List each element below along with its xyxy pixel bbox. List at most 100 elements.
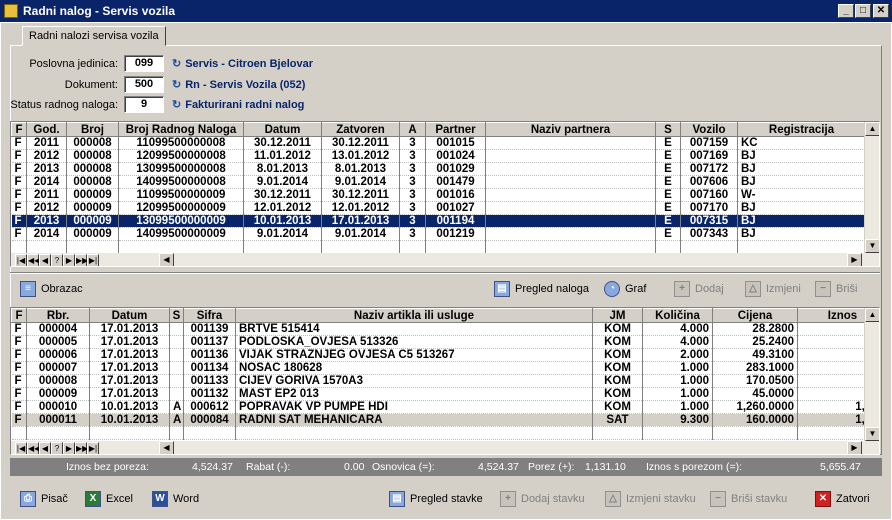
scroll-right-icon[interactable]: ▶ — [847, 253, 862, 266]
nav-button[interactable]: ? — [51, 442, 63, 454]
scroll-up-icon[interactable]: ▲ — [865, 308, 879, 322]
items-col-header[interactable]: Rbr. — [26, 308, 90, 323]
items-hscroll[interactable]: |◀ ◀◀ ◀? ▶ ▶▶ ▶| ◀ ▶ — [11, 441, 879, 454]
orders-row[interactable]: F 2012 000009 12099500000009 12.01.2012 12.01… — [11, 201, 866, 215]
maximize-button[interactable]: □ — [855, 4, 871, 18]
izmjeni-button[interactable]: △ Izmjeni — [745, 279, 801, 299]
tab-radni-nalozi[interactable]: Radni nalozi servisa vozila — [22, 26, 166, 46]
items-col-header[interactable]: Sifra — [183, 308, 236, 323]
status-input[interactable]: 9 — [124, 96, 164, 113]
poslovna-jedinica-input[interactable]: 099 — [124, 55, 164, 72]
orders-grid[interactable]: F God. Broj Broj Radnog Naloga Datum Zatvoren… — [10, 121, 880, 267]
orders-col-header[interactable]: S — [655, 122, 681, 137]
graf-button[interactable]: ◔ Graf — [604, 279, 646, 299]
nav-button[interactable]: ▶| — [87, 442, 99, 454]
items-col-header[interactable]: S — [169, 308, 184, 323]
pregled-stavke-button[interactable]: ▤ Pregled stavke — [389, 489, 483, 509]
orders-col-header[interactable]: God. — [26, 122, 67, 137]
items-col-header[interactable]: Datum — [89, 308, 170, 323]
close-window-button[interactable]: ✕ — [873, 4, 889, 18]
pisac-button[interactable]: ⎙ Pisač — [20, 489, 68, 509]
orders-col-header[interactable]: Broj Radnog Naloga — [118, 122, 244, 137]
orders-row[interactable]: F 2012 000008 12099500000008 11.01.2012 13.01… — [11, 149, 866, 163]
items-cell: 000011 — [26, 413, 90, 427]
items-row[interactable]: F 000008 17.01.2013 001133 CIJEV GORIVA 1570… — [11, 374, 879, 388]
dodaj-button[interactable]: + Dodaj — [674, 279, 724, 299]
brisi-button[interactable]: − Briši — [815, 279, 857, 299]
orders-col-header[interactable]: Datum — [243, 122, 322, 137]
nav-button[interactable]: ◀◀ — [27, 254, 40, 266]
items-vscroll[interactable]: ▲ ▼ — [864, 308, 879, 441]
orders-col-header[interactable]: Zatvoren — [321, 122, 400, 137]
pregled-naloga-button[interactable]: ▤ Pregled naloga — [494, 279, 589, 299]
orders-col-header[interactable]: Naziv partnera — [485, 122, 656, 137]
items-col-header[interactable]: F — [11, 308, 27, 323]
orders-row[interactable]: F 2014 000008 14099500000008 9.01.2014 9.01.2… — [11, 175, 866, 189]
brisi-stavku-button[interactable]: − Briši stavku — [710, 489, 787, 509]
items-cell: 000612 — [183, 400, 236, 414]
s-porezom-label: Iznos s porezom (=): — [646, 461, 742, 473]
nav-button[interactable]: ▶ — [63, 254, 75, 266]
orders-vscroll[interactable]: ▲ ▼ — [864, 122, 879, 253]
orders-col-header[interactable]: F — [11, 122, 27, 137]
zatvori-button[interactable]: ✕ Zatvori — [815, 489, 870, 509]
nav-button[interactable]: ▶▶ — [75, 254, 88, 266]
orders-cell: 30.12.2011 — [243, 136, 322, 150]
scroll-left-icon[interactable]: ◀ — [159, 441, 174, 454]
scroll-left-icon[interactable]: ◀ — [159, 253, 174, 266]
orders-cell: 000008 — [66, 175, 119, 189]
items-row[interactable]: F 000007 17.01.2013 001134 NOSAČ 180628 KOM 1.… — [11, 361, 879, 375]
items-row[interactable]: F 000010 10.01.2013 A 000612 POPRAVAK VP PUMP… — [11, 400, 879, 414]
scroll-right-icon[interactable]: ▶ — [847, 441, 862, 454]
status-link[interactable]: ↻ Fakturirani radni nalog — [172, 98, 304, 111]
scroll-down-icon[interactable]: ▼ — [865, 427, 879, 441]
excel-button[interactable]: X Excel — [85, 489, 133, 509]
dokument-input[interactable]: 500 — [124, 76, 164, 93]
word-button[interactable]: W Word — [152, 489, 199, 509]
items-grid[interactable]: F Rbr. Datum S Sifra Naziv artikla ili usluge… — [10, 307, 880, 455]
orders-row[interactable]: F 2013 000009 13099500000009 10.01.2013 17.01… — [11, 214, 866, 228]
nav-button[interactable]: |◀ — [15, 254, 27, 266]
items-col-header[interactable]: JM — [592, 308, 643, 323]
minimize-button[interactable]: _ — [838, 4, 854, 18]
nav-button[interactable]: ◀ — [39, 442, 51, 454]
items-navigator[interactable]: |◀ ◀◀ ◀? ▶ ▶▶ ▶| — [15, 442, 99, 454]
dodaj-stavku-button[interactable]: + Dodaj stavku — [500, 489, 585, 509]
poslovna-jedinica-link[interactable]: ↻ Servis - Citroen Bjelovar — [172, 57, 313, 70]
items-row[interactable]: F 000005 17.01.2013 001137 PODLOŠKA_OVJESA 5… — [11, 335, 879, 349]
items-row[interactable]: F 000006 17.01.2013 001136 VIJAK STRAŽNJEG O… — [11, 348, 879, 362]
scroll-up-icon[interactable]: ▲ — [865, 122, 879, 136]
items-cell: 001134 — [183, 361, 236, 375]
items-row[interactable]: F 000009 17.01.2013 001132 MAST EP2 013 KOM 1.… — [11, 387, 879, 401]
dokument-link[interactable]: ↻ Rn - Servis Vozila (052) — [172, 78, 305, 91]
orders-col-header[interactable]: Broj — [66, 122, 119, 137]
items-col-header[interactable]: Količina — [642, 308, 713, 323]
items-col-header[interactable]: Cijena — [712, 308, 798, 323]
orders-col-header[interactable]: Registracija — [737, 122, 866, 137]
items-row[interactable]: F 000011 10.01.2013 A 000084 RADNI SAT MEHANI… — [11, 413, 879, 427]
orders-navigator[interactable]: |◀ ◀◀ ◀? ▶ ▶▶ ▶| — [15, 254, 99, 266]
obrazac-button[interactable]: ≡ Obrazac — [20, 279, 83, 299]
scroll-down-icon[interactable]: ▼ — [865, 239, 879, 253]
orders-row[interactable]: F 2013 000008 13099500000008 8.01.2013 8.01.2… — [11, 162, 866, 176]
items-cell — [169, 348, 184, 362]
items-cell: MAST EP2 013 — [235, 387, 593, 401]
nav-button[interactable]: ▶▶ — [75, 442, 88, 454]
items-cell — [169, 387, 184, 401]
items-row[interactable]: F 000004 17.01.2013 001139 BRTVE 515414 KOM 4.… — [11, 322, 879, 336]
nav-button[interactable]: ▶| — [87, 254, 99, 266]
items-col-header[interactable]: Naziv artikla ili usluge — [235, 308, 593, 323]
orders-hscroll[interactable]: |◀ ◀◀ ◀? ▶ ▶▶ ▶| ◀ ▶ — [11, 253, 879, 266]
nav-button[interactable]: |◀ — [15, 442, 27, 454]
nav-button[interactable]: ? — [51, 254, 63, 266]
nav-button[interactable]: ▶ — [63, 442, 75, 454]
orders-row[interactable]: F 2014 000009 14099500000009 9.01.2014 9.01.2… — [11, 227, 866, 241]
nav-button[interactable]: ◀◀ — [27, 442, 40, 454]
orders-row[interactable]: F 2011 000008 11099500000008 30.12.2011 30.12… — [11, 136, 866, 150]
nav-button[interactable]: ◀ — [39, 254, 51, 266]
orders-row[interactable]: F 2011 000009 11099500000009 30.12.2011 30.12… — [11, 188, 866, 202]
orders-col-header[interactable]: Vozilo — [680, 122, 738, 137]
izmjeni-stavku-button[interactable]: △ Izmjeni stavku — [605, 489, 696, 509]
orders-col-header[interactable]: A — [399, 122, 426, 137]
orders-col-header[interactable]: Partner — [425, 122, 486, 137]
